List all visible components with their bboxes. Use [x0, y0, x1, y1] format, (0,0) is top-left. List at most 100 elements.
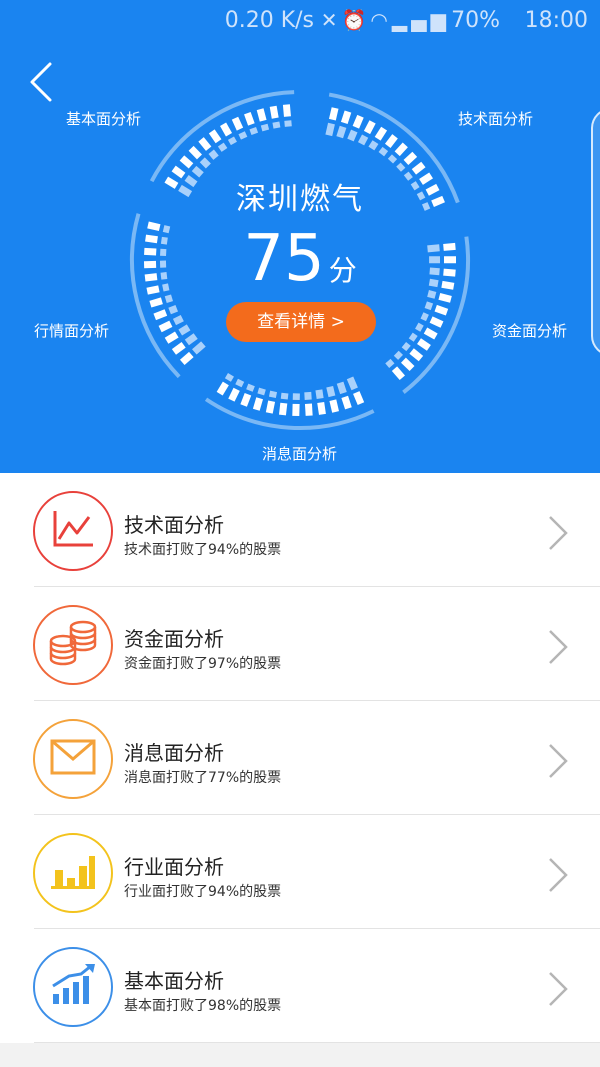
gauge-tick [315, 389, 324, 400]
gauge-tick [374, 126, 388, 141]
analysis-row[interactable]: 技术面分析 技术面打败了94%的股票 [0, 473, 600, 587]
gauge-tick [391, 366, 405, 381]
gauge-tick [224, 373, 234, 382]
gauge-tick [164, 294, 174, 304]
score-header: 0.20 K/s ✕⏰◠▂▄▆ 70% 18:00 基本面分析 技术面分析 行情… [0, 0, 600, 473]
gauge-tick [282, 104, 291, 117]
gauge-tick [269, 105, 279, 119]
gauge-tick [238, 131, 248, 140]
gauge-tick [208, 149, 219, 160]
mute-icon: ✕ [320, 8, 342, 32]
gauge-tick [341, 395, 352, 410]
gauge-tick [378, 146, 389, 157]
network-speed: 0.20 K/s [224, 8, 314, 33]
analysis-list: 技术面分析 技术面打败了94%的股票 资金面分析 资金面打败了97%的股票 消息… [0, 473, 600, 1043]
gauge-tick [403, 151, 418, 166]
row-description: 资金面打败了97%的股票 [124, 656, 282, 672]
bar-chart-icon [49, 852, 97, 894]
score-unit: 分 [328, 254, 357, 287]
gauge-tick [179, 155, 194, 169]
gauge-tick [328, 107, 339, 121]
gauge-tick [336, 381, 347, 395]
gauge-tick [217, 142, 228, 152]
gauge-tick [220, 122, 233, 137]
gauge-tick [216, 381, 229, 396]
gauge-tick [340, 110, 352, 125]
row-description: 行业面打败了94%的股票 [124, 884, 282, 900]
gauge-tick [149, 297, 163, 308]
gauge-tick [438, 292, 452, 303]
mail-icon-badge [33, 719, 113, 799]
gauge-tick [240, 393, 252, 407]
row-description: 技术面打败了94%的股票 [124, 542, 282, 558]
chevron-right-icon [549, 516, 568, 550]
gauge-tick [171, 341, 186, 355]
gauge-tick [265, 400, 276, 414]
next-card-peek[interactable] [591, 108, 600, 356]
row-title: 基本面分析 [124, 969, 224, 993]
gauge-tick [246, 383, 255, 392]
gauge-tick [272, 121, 281, 129]
status-icons: ✕⏰◠▂▄▆ [321, 8, 450, 32]
gauge-tick [393, 350, 403, 360]
row-description: 基本面打败了98%的股票 [124, 998, 282, 1014]
gauge-tick [184, 333, 198, 346]
analysis-row[interactable]: 资金面分析 资金面打败了97%的股票 [0, 587, 600, 701]
company-name: 深圳燃气 [236, 182, 364, 217]
gauge-tick [394, 142, 408, 157]
row-description: 消息面打败了77%的股票 [124, 770, 282, 786]
gauge-tick [357, 134, 369, 146]
trend-up-icon-badge [33, 947, 113, 1027]
gauge-tick [199, 157, 211, 169]
score-display: 75 分 [0, 222, 600, 296]
gauge-tick [257, 387, 266, 396]
coins-icon [47, 619, 99, 671]
gauge-tick [420, 312, 429, 322]
gauge-tick [268, 390, 278, 398]
analysis-row[interactable]: 基本面分析 基本面打败了98%的股票 [0, 929, 600, 1043]
analysis-row[interactable]: 行业面分析 行业面打败了94%的股票 [0, 815, 600, 929]
gauge-tick [385, 358, 395, 368]
divider [34, 1042, 600, 1043]
row-title: 消息面分析 [124, 741, 224, 765]
analysis-row[interactable]: 消息面分析 消息面打败了77%的股票 [0, 701, 600, 815]
bar-chart-icon-badge [33, 833, 113, 913]
row-title: 行业面分析 [124, 855, 224, 879]
gauge-tick [384, 134, 398, 148]
gauge-tick [325, 122, 335, 137]
gauge-tick [172, 314, 184, 326]
gauge-tick [188, 145, 202, 160]
gauge-tick [396, 162, 406, 172]
gauge-tick [401, 341, 411, 352]
gauge-tick [179, 351, 194, 365]
chevron-right-icon [549, 858, 568, 892]
view-details-button[interactable]: 查看详情 > [226, 302, 376, 342]
coins-icon-badge [33, 605, 113, 685]
gauge-tick [408, 332, 418, 342]
gauge-tick [411, 161, 426, 175]
gauge-tick [417, 338, 431, 351]
label-capital: 资金面分析 [492, 322, 568, 340]
gauge-tick [278, 402, 288, 416]
gauge-tick [231, 116, 244, 131]
signal-icon: ▂▄▆ [391, 8, 450, 32]
gauge-tick [208, 129, 222, 144]
gauge-tick [153, 309, 168, 321]
wifi-icon: ◠ [370, 8, 392, 32]
chevron-right-icon [549, 972, 568, 1006]
line-chart-icon-badge [33, 491, 113, 571]
gauge-tick [260, 123, 270, 132]
gauge-tick [336, 125, 347, 139]
gauge-tick [178, 324, 191, 336]
gauge-tick [192, 341, 206, 355]
gauge-tick [352, 114, 364, 129]
gauge-tick [353, 391, 365, 405]
gauge-tick [329, 399, 339, 413]
gauge-tick [347, 129, 358, 142]
gauge-tick [304, 403, 313, 416]
gauge-tick [429, 316, 444, 328]
label-market: 行情面分析 [34, 322, 110, 340]
back-icon[interactable] [28, 60, 56, 104]
gauge-tick [284, 120, 292, 127]
gauge-tick [424, 301, 434, 311]
